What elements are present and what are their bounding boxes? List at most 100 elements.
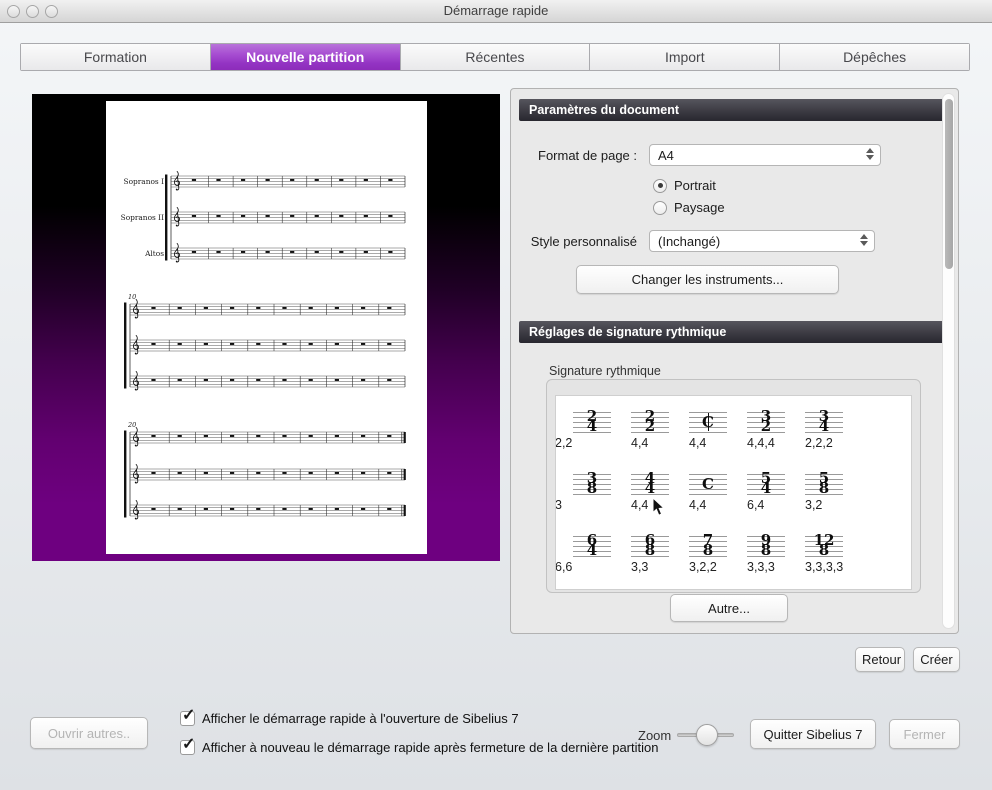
beat-group-label: 4,4 [689,436,707,450]
mini-staff-icon: 22 [631,409,669,434]
portrait-label: Portrait [674,178,716,193]
time-signature-option[interactable]: 2 4 2,2 [556,409,619,472]
custom-style-label: Style personnalisé [530,234,637,249]
time-signature-option[interactable]: 4 4 4,4 [619,471,677,534]
time-signature-option[interactable]: 5 8 3,2 [793,471,851,534]
mini-staff-icon: C [689,474,727,495]
beat-group-label: 4,4 [631,498,649,512]
mini-staff-icon: 38 [573,471,611,496]
time-signature-option[interactable]: 38 3 [556,471,619,534]
tab-formation[interactable]: Formation [21,44,211,70]
time-signature-groupbox: 242,2224,4C4,4324,4,4342,2,2383444,4C4,4… [546,379,921,593]
time-signature-option[interactable]: 3 2 4,4,4 [735,409,793,472]
radio-unselected-icon [653,200,667,215]
score-notation: Sopranos I Sopranos II Altos 10 20 [121,170,406,520]
beat-group-label: 3,3,3,3 [805,560,844,574]
time-signature-option[interactable]: 5 4 6,4 [735,471,793,534]
tab-d-p-ches[interactable]: Dépêches [780,44,969,70]
svg-text:Sopranos II: Sopranos II [121,213,164,222]
tab-import[interactable]: Import [590,44,781,70]
show-on-launch-label: Afficher le démarrage rapide à l'ouvertu… [202,711,519,726]
svg-text:Sopranos I: Sopranos I [124,177,165,186]
time-signature-option[interactable]: 3 4 2,2,2 [793,409,851,472]
checkbox-checked-icon: ✓ [180,736,196,755]
beat-group-label: 3,2,2 [689,560,717,574]
quit-sibelius-button[interactable]: Quitter Sibelius 7 [750,719,876,749]
section-header-rhythm: Réglages de signature rythmique [519,321,947,343]
score-preview: Sopranos I Sopranos II Altos 10 20 [32,94,500,561]
paysage-label: Paysage [674,200,725,215]
custom-style-value: (Inchangé) [658,233,721,249]
panel-scrollbar-thumb[interactable] [944,99,953,269]
zoom-slider-thumb[interactable] [696,724,718,746]
create-button[interactable]: Créer [913,647,960,672]
svg-text:20: 20 [127,421,136,429]
beat-group-label: 4,4,4 [747,436,775,450]
checkbox-checked-icon: ✓ [180,707,196,726]
beat-group-label: 2,2,2 [805,436,833,450]
beat-group-label: 4,4 [631,436,649,450]
time-signature-option[interactable]: 12 8 3,3,3,3 [793,533,851,589]
mini-staff-icon: C [689,412,727,433]
time-signature-option[interactable]: 7 8 3,2,2 [677,533,735,589]
beat-group-label: 3,3,3 [747,560,775,574]
page-format-label: Format de page : [538,148,637,163]
orientation-paysage-radio[interactable]: Paysage [653,200,725,215]
mini-staff-icon: 64 [573,533,611,558]
mini-staff-icon: 24 [573,409,611,434]
mini-staff-icon: 58 [805,471,843,496]
show-after-close-label: Afficher à nouveau le démarrage rapide a… [202,740,659,755]
beat-group-label: 2,2 [555,436,573,450]
time-signature-group-label: Signature rythmique [549,364,661,378]
page-format-value: A4 [658,147,674,163]
window-title: Démarrage rapide [443,3,549,18]
beat-group-label: 3,2 [805,498,823,512]
back-button[interactable]: Retour [855,647,905,672]
mini-staff-icon: 44 [631,471,669,496]
stepper-icon [866,148,874,160]
other-time-signature-button[interactable]: Autre... [670,594,788,622]
tab-nouvelle-partition[interactable]: Nouvelle partition [210,44,401,70]
section-header-document: Paramètres du document [519,99,947,121]
tab-r-centes[interactable]: Récentes [400,44,591,70]
page-format-select[interactable]: A4 [649,144,881,166]
tab-bar: Formation Nouvelle partition Récentes Impor… [20,43,970,71]
mini-staff-icon: 32 [747,409,785,434]
change-instruments-button[interactable]: Changer les instruments... [576,265,839,294]
beat-group-label: 4,4 [689,498,707,512]
mini-staff-icon: 12 8 [805,533,843,558]
open-others-button: Ouvrir autres.. [30,717,148,749]
zoom-label: Zoom [638,728,672,743]
mini-staff-icon: 68 [631,533,669,558]
mini-staff-icon: 34 [805,409,843,434]
time-signature-option[interactable]: C 4,4 [677,472,735,534]
time-signature-option[interactable]: C 4,4 [677,410,735,472]
time-signature-list: 242,2224,4C4,4324,4,4342,2,2383444,4C4,4… [555,395,912,590]
mini-staff-icon: 54 [747,471,785,496]
custom-style-select[interactable]: (Inchangé) [649,230,875,252]
orientation-portrait-radio[interactable]: Portrait [653,178,716,193]
svg-text:Altos: Altos [144,249,164,258]
beat-group-label: 3 [555,498,562,512]
beat-group-label: 6,4 [747,498,765,512]
stepper-icon [860,234,868,246]
score-page: Sopranos I Sopranos II Altos 10 20 [106,101,427,554]
beat-group-label: 6,6 [555,560,573,574]
svg-text:10: 10 [128,293,136,301]
mini-staff-icon: 98 [747,533,785,558]
mouse-cursor-icon [652,497,665,516]
settings-panel: Paramètres du document Format de page : … [510,88,959,634]
quick-start-window: Démarrage rapide Formation Nouvelle parti… [0,0,992,790]
beat-group-label: 3,3 [631,560,649,574]
panel-scrollbar[interactable] [942,93,955,629]
radio-selected-icon [653,178,667,193]
show-after-close-checkbox[interactable]: ✓ Afficher à nouveau le démarrage rapide… [180,736,659,755]
time-signature-option[interactable]: 6 4 6,6 [556,533,619,589]
titlebar: Démarrage rapide [0,0,992,23]
close-dialog-button: Fermer [889,719,960,749]
time-signature-option[interactable]: 2 2 4,4 [619,409,677,472]
time-signature-option[interactable]: 6 8 3,3 [619,533,677,589]
show-on-launch-checkbox[interactable]: ✓ Afficher le démarrage rapide à l'ouver… [180,707,519,726]
mini-staff-icon: 78 [689,533,727,558]
time-signature-option[interactable]: 9 8 3,3,3 [735,533,793,589]
